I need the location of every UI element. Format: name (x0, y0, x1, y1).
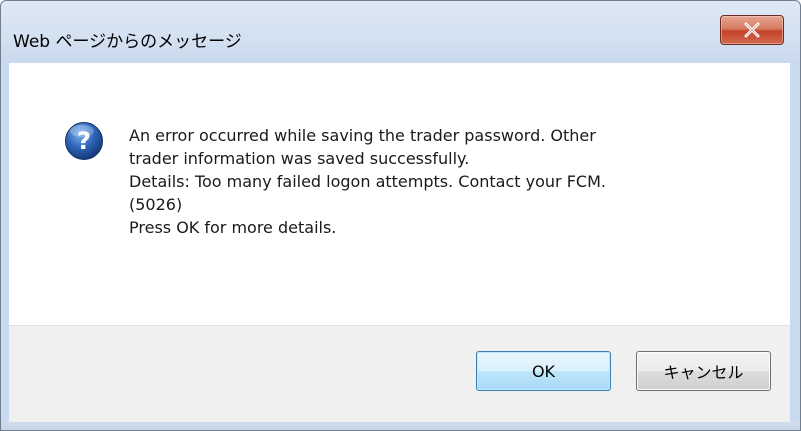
message-line: trader information was saved successfull… (129, 149, 470, 168)
question-icon: ? (65, 122, 103, 160)
button-bar: OK キャンセル (9, 325, 790, 423)
message-line: Press OK for more details. (129, 218, 337, 237)
message-line: Details: Too many failed logon attempts.… (129, 172, 606, 191)
dialog-title: Web ページからのメッセージ (13, 32, 242, 52)
message-line: An error occurred while saving the trade… (129, 126, 596, 145)
window-bottom-border (1, 422, 800, 430)
svg-text:?: ? (77, 127, 91, 155)
cancel-button[interactable]: キャンセル (636, 351, 771, 391)
message-dialog: Web ページからのメッセージ ? An error occurred whil… (0, 0, 801, 431)
ok-button[interactable]: OK (476, 351, 611, 391)
close-button[interactable] (720, 15, 784, 45)
message-line: (5026) (129, 195, 183, 214)
close-icon (744, 22, 760, 38)
title-bar[interactable]: Web ページからのメッセージ (1, 1, 800, 63)
message-area: ? An error occurred while saving the tra… (9, 63, 790, 325)
message-text: An error occurred while saving the trade… (129, 124, 769, 239)
